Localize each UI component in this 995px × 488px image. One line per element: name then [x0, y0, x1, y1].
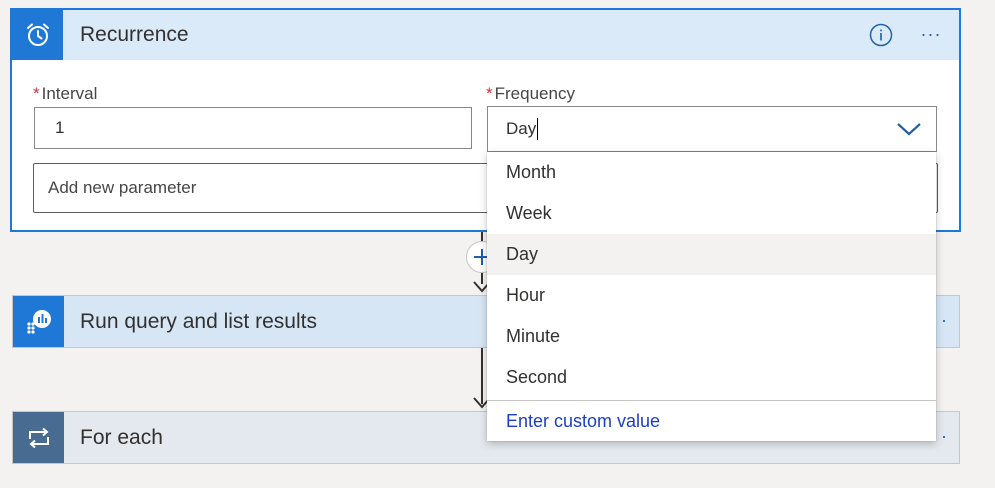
recurrence-icon-box	[12, 10, 63, 60]
log-analytics-icon	[26, 309, 51, 334]
frequency-option-day[interactable]: Day	[487, 234, 936, 275]
frequency-option-month[interactable]: Month	[487, 152, 936, 193]
interval-value: 1	[55, 118, 65, 137]
required-mark: *	[33, 84, 40, 103]
alarm-clock-icon	[26, 23, 49, 46]
frequency-dropdown: Month Week Day Hour Minute Second Enter custo…	[487, 152, 936, 441]
more-options-icon[interactable]: ·	[941, 310, 947, 331]
add-param-placeholder: Add new parameter	[48, 178, 197, 197]
recurrence-header[interactable]: Recurrence ···	[12, 10, 959, 60]
frequency-option-minute[interactable]: Minute	[487, 316, 936, 357]
frequency-label: * Frequency	[486, 84, 575, 104]
frequency-option-week[interactable]: Week	[487, 193, 936, 234]
frequency-select[interactable]: Day	[487, 106, 937, 152]
info-icon[interactable]	[869, 23, 893, 47]
frequency-label-text: Frequency	[494, 84, 575, 103]
more-options-icon[interactable]: ···	[917, 22, 945, 46]
frequency-options-list: Month Week Day Hour Minute Second	[487, 152, 936, 398]
interval-label: * Interval	[33, 84, 97, 104]
frequency-option-second[interactable]: Second	[487, 357, 936, 398]
run-query-title: Run query and list results	[80, 309, 317, 333]
required-mark: *	[486, 84, 493, 103]
recurrence-title: Recurrence	[80, 23, 189, 46]
interval-label-text: Interval	[41, 84, 98, 103]
enter-custom-value-option[interactable]: Enter custom value	[487, 401, 936, 441]
chevron-down-icon[interactable]	[896, 119, 922, 139]
text-caret	[537, 118, 539, 140]
for-each-title: For each	[80, 425, 163, 449]
run-query-icon-box	[13, 296, 64, 347]
more-options-icon[interactable]: ·	[941, 426, 947, 447]
for-each-icon-box	[13, 412, 64, 463]
frequency-value: Day	[506, 119, 537, 138]
frequency-option-hour[interactable]: Hour	[487, 275, 936, 316]
loop-icon	[28, 427, 49, 448]
interval-input[interactable]: 1	[34, 107, 472, 149]
